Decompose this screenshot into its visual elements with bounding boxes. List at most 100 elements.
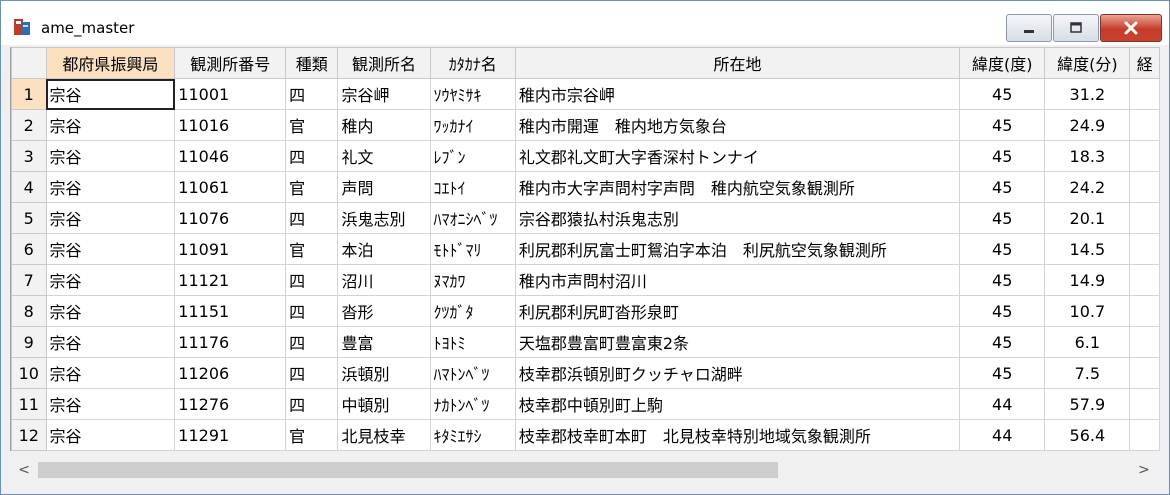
- minimize-button[interactable]: [1006, 14, 1052, 42]
- table-cell[interactable]: 45: [959, 295, 1046, 327]
- table-cell[interactable]: 声問: [337, 171, 431, 203]
- table-cell[interactable]: ｺｴﾄｲ: [429, 171, 516, 203]
- table-cell[interactable]: 20.1: [1044, 202, 1131, 234]
- table-cell[interactable]: [1129, 264, 1160, 296]
- close-button[interactable]: [1100, 14, 1162, 42]
- table-cell[interactable]: 浜鬼志別: [337, 202, 431, 234]
- table-cell[interactable]: ﾇﾏｶﾜ: [429, 264, 516, 296]
- table-row[interactable]: 6 宗谷 11091 官本泊 ﾓﾄﾄﾞﾏﾘ 利尻郡利尻富士町鴛泊字本泊 利尻航空気象観測所…: [11, 233, 1160, 265]
- table-cell[interactable]: 45: [959, 326, 1046, 358]
- table-cell[interactable]: 10.7: [1044, 295, 1131, 327]
- table-cell[interactable]: [1129, 202, 1160, 234]
- table-cell[interactable]: 宗谷: [45, 233, 176, 265]
- column-header[interactable]: 種類: [285, 47, 339, 79]
- table-cell[interactable]: 11016: [174, 109, 287, 141]
- table-cell[interactable]: [1129, 326, 1160, 358]
- table-cell[interactable]: 稚内市大字声問村字声問 稚内航空気象観測所: [514, 171, 961, 203]
- column-header[interactable]: 経: [1129, 47, 1160, 79]
- table-cell[interactable]: 宗谷: [45, 171, 176, 203]
- table-cell[interactable]: 45: [959, 264, 1046, 296]
- table-cell[interactable]: 44: [959, 419, 1046, 451]
- column-header[interactable]: 緯度(度): [959, 47, 1046, 79]
- table-cell[interactable]: 56.4: [1044, 419, 1131, 451]
- corner-cell[interactable]: [11, 47, 47, 79]
- table-cell[interactable]: ﾊﾏﾄﾝﾍﾞﾂ: [429, 357, 516, 389]
- table-cell[interactable]: ｷﾀﾐｴｻｼ: [429, 419, 516, 451]
- maximize-button[interactable]: [1053, 14, 1099, 42]
- data-grid[interactable]: 都府県振興局 観測所番号 種類 観測所名 ｶﾀｶﾅ名 所在地 緯度(度) 緯度(…: [10, 47, 1160, 451]
- table-cell[interactable]: 45: [959, 140, 1046, 172]
- scroll-left-icon[interactable]: <: [14, 460, 34, 480]
- table-cell[interactable]: 四: [285, 388, 339, 420]
- table-cell[interactable]: 礼文: [337, 140, 431, 172]
- table-row[interactable]: 12 宗谷 11291 官北見枝幸 ｷﾀﾐｴｻｼ 枝幸郡枝幸町本町 北見枝幸特別地域気象観…: [11, 419, 1160, 451]
- row-header[interactable]: 2: [11, 109, 47, 141]
- table-cell[interactable]: 利尻郡利尻町沓形泉町: [514, 295, 961, 327]
- row-header[interactable]: 1: [11, 78, 47, 110]
- table-row[interactable]: 1 宗谷 11001 四宗谷岬 ｿｳﾔﾐｻｷ 稚内市宗谷岬 45 31.2: [11, 78, 1160, 110]
- table-cell[interactable]: 礼文郡礼文町大字香深村トンナイ: [514, 140, 961, 172]
- table-cell[interactable]: 稚内: [337, 109, 431, 141]
- table-cell[interactable]: ﾚﾌﾞﾝ: [429, 140, 516, 172]
- table-cell[interactable]: 稚内市宗谷岬: [514, 78, 961, 110]
- table-cell[interactable]: 45: [959, 78, 1046, 110]
- table-row[interactable]: 7 宗谷 11121 四沼川 ﾇﾏｶﾜ 稚内市声問村沼川 45 14.9: [11, 264, 1160, 296]
- table-cell[interactable]: [1129, 171, 1160, 203]
- table-cell[interactable]: 北見枝幸: [337, 419, 431, 451]
- table-cell[interactable]: 四: [285, 295, 339, 327]
- table-row[interactable]: 2 宗谷 11016 官稚内 ﾜｯｶﾅｲ 稚内市開運 稚内地方気象台 45 24.9: [11, 109, 1160, 141]
- row-header[interactable]: 10: [11, 357, 47, 389]
- table-cell[interactable]: 官: [285, 171, 339, 203]
- table-cell[interactable]: [1129, 295, 1160, 327]
- table-cell[interactable]: 四: [285, 357, 339, 389]
- table-cell[interactable]: 浜頓別: [337, 357, 431, 389]
- table-cell[interactable]: 沓形: [337, 295, 431, 327]
- table-cell[interactable]: 11176: [174, 326, 287, 358]
- column-header[interactable]: 観測所番号: [174, 47, 287, 79]
- table-cell[interactable]: ﾓﾄﾄﾞﾏﾘ: [429, 233, 516, 265]
- column-header[interactable]: 所在地: [514, 47, 961, 79]
- column-header[interactable]: ｶﾀｶﾅ名: [429, 47, 516, 79]
- table-cell[interactable]: 枝幸郡中頓別町上駒: [514, 388, 961, 420]
- table-row[interactable]: 9 宗谷 11176 四豊富 ﾄﾖﾄﾐ 天塩郡豊富町豊富東2条 45 6.1: [11, 326, 1160, 358]
- table-cell[interactable]: [1129, 388, 1160, 420]
- table-cell[interactable]: 宗谷: [45, 140, 176, 172]
- column-header[interactable]: 観測所名: [337, 47, 431, 79]
- table-cell[interactable]: 官: [285, 109, 339, 141]
- scroll-right-icon[interactable]: >: [1134, 460, 1154, 480]
- table-cell[interactable]: 11061: [174, 171, 287, 203]
- table-cell[interactable]: 45: [959, 233, 1046, 265]
- row-header[interactable]: 3: [11, 140, 47, 172]
- row-header[interactable]: 6: [11, 233, 47, 265]
- table-cell[interactable]: 枝幸郡浜頓別町クッチャロ湖畔: [514, 357, 961, 389]
- table-cell[interactable]: 11291: [174, 419, 287, 451]
- table-cell[interactable]: [1129, 233, 1160, 265]
- row-header[interactable]: 11: [11, 388, 47, 420]
- table-cell[interactable]: 45: [959, 357, 1046, 389]
- table-row[interactable]: 4 宗谷 11061 官声問 ｺｴﾄｲ 稚内市大字声問村字声問 稚内航空気象観測所 45 24…: [11, 171, 1160, 203]
- table-cell[interactable]: [1129, 140, 1160, 172]
- table-cell[interactable]: ﾜｯｶﾅｲ: [429, 109, 516, 141]
- table-cell[interactable]: 稚内市開運 稚内地方気象台: [514, 109, 961, 141]
- scrollbar-thumb[interactable]: [38, 462, 778, 478]
- table-cell[interactable]: [1129, 357, 1160, 389]
- table-cell[interactable]: 宗谷: [45, 326, 176, 358]
- table-cell[interactable]: 18.3: [1044, 140, 1131, 172]
- table-cell[interactable]: 四: [285, 78, 339, 110]
- row-header[interactable]: 12: [11, 419, 47, 451]
- table-cell[interactable]: 中頓別: [337, 388, 431, 420]
- table-cell[interactable]: 稚内市声問村沼川: [514, 264, 961, 296]
- table-cell[interactable]: 11046: [174, 140, 287, 172]
- table-cell[interactable]: 利尻郡利尻富士町鴛泊字本泊 利尻航空気象観測所: [514, 233, 961, 265]
- table-cell[interactable]: ｿｳﾔﾐｻｷ: [429, 78, 516, 110]
- table-cell[interactable]: 宗谷郡猿払村浜鬼志別: [514, 202, 961, 234]
- table-cell[interactable]: [1129, 419, 1160, 451]
- table-cell[interactable]: 24.9: [1044, 109, 1131, 141]
- horizontal-scrollbar[interactable]: < >: [10, 456, 1159, 484]
- table-cell[interactable]: 44: [959, 388, 1046, 420]
- table-row[interactable]: 10 宗谷 11206 四浜頓別 ﾊﾏﾄﾝﾍﾞﾂ 枝幸郡浜頓別町クッチャロ湖畔 45 7.5: [11, 357, 1160, 389]
- row-header[interactable]: 9: [11, 326, 47, 358]
- table-row[interactable]: 3 宗谷 11046 四礼文 ﾚﾌﾞﾝ 礼文郡礼文町大字香深村トンナイ 45 18.3: [11, 140, 1160, 172]
- column-header[interactable]: 都府県振興局: [45, 47, 176, 79]
- table-cell[interactable]: 6.1: [1044, 326, 1131, 358]
